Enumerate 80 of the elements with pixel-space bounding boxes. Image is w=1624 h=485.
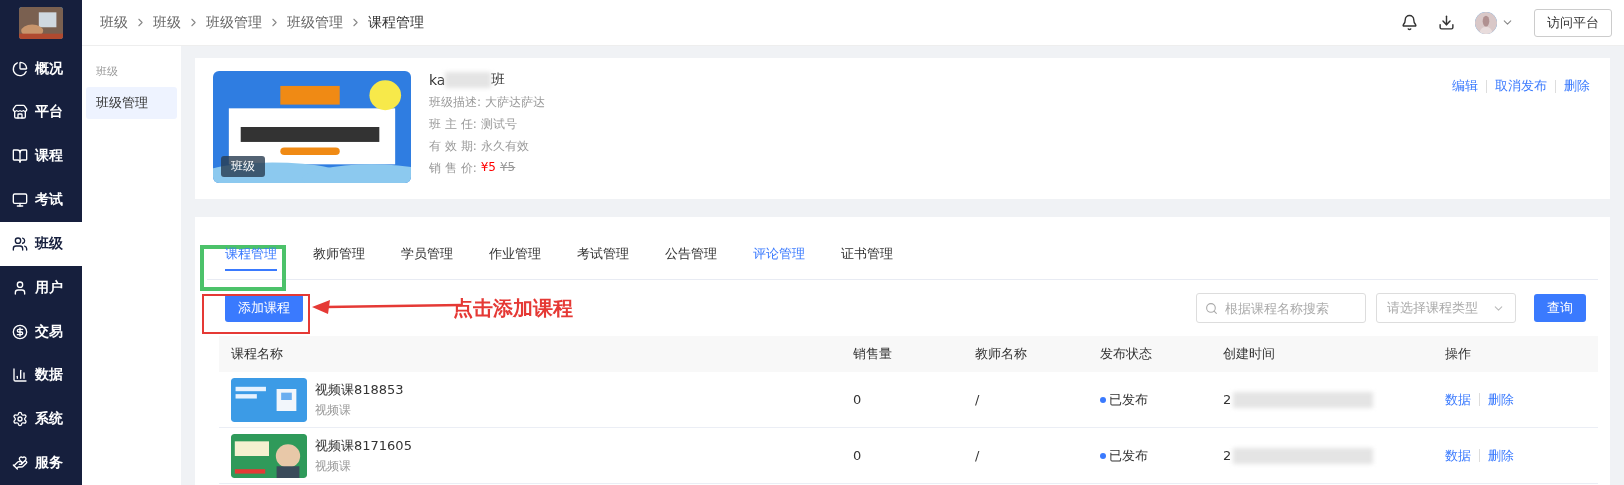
action-link[interactable]: 删除	[1564, 77, 1590, 95]
action-link[interactable]: 取消发布	[1495, 77, 1547, 95]
breadcrumb-link[interactable]: 课程管理	[368, 13, 424, 32]
sidebar-item[interactable]: 考试	[0, 178, 82, 223]
class-title: 班	[491, 71, 506, 89]
user-icon	[12, 279, 28, 296]
visit-platform-button[interactable]: 访问平台	[1534, 8, 1612, 37]
bar-chart-icon	[12, 367, 28, 384]
sale-price: ¥5	[480, 160, 496, 176]
column-header: 教师名称	[963, 336, 1088, 372]
search-field[interactable]: 根据课程名称搜索	[1196, 293, 1366, 323]
status-text: 已发布	[1109, 446, 1148, 465]
breadcrumb-link[interactable]: 班级管理	[206, 13, 262, 32]
course-type: 视频课	[315, 401, 352, 419]
pie-chart-icon	[12, 60, 28, 77]
book-icon	[12, 148, 28, 165]
action-link[interactable]: 数据	[1445, 390, 1471, 409]
tab[interactable]: 公告管理	[647, 245, 735, 279]
breadcrumb-link[interactable]: 班级	[100, 13, 128, 32]
tab[interactable]: 学员管理	[383, 245, 471, 279]
table-cell: 0	[853, 392, 862, 407]
column-header: 课程名称	[219, 336, 841, 372]
download-icon[interactable]	[1438, 14, 1455, 31]
column-header: 创建时间	[1211, 336, 1433, 372]
table-cell: 2	[1223, 448, 1232, 463]
sidebar-item[interactable]: 服务	[0, 441, 82, 485]
field-label: 班级描述:	[429, 94, 482, 111]
sidebar-item[interactable]: 平台	[0, 90, 82, 135]
subnav-item[interactable]: 班级管理	[86, 87, 177, 119]
field-value: 测试号	[480, 116, 517, 133]
field-label: 销 售 价:	[429, 160, 477, 177]
sidebar-item[interactable]: 交易	[0, 309, 82, 354]
field-value: 永久有效	[480, 138, 529, 155]
bell-icon[interactable]	[1401, 14, 1418, 31]
action-link[interactable]: 编辑	[1452, 77, 1478, 95]
course-name: 视频课8171605	[315, 436, 412, 455]
hand-heart-icon	[12, 455, 28, 472]
column-header: 发布状态	[1088, 336, 1211, 372]
search-icon	[1205, 301, 1218, 315]
sidebar-item[interactable]: 数据	[0, 353, 82, 398]
table-cell: /	[975, 448, 980, 463]
tab[interactable]: 教师管理	[295, 245, 383, 279]
users-icon	[12, 235, 28, 252]
tab[interactable]: 作业管理	[471, 245, 559, 279]
breadcrumb-link[interactable]: 班级	[153, 13, 181, 32]
store-icon	[12, 104, 28, 121]
settings-icon	[12, 411, 28, 428]
column-header: 销售量	[841, 336, 963, 372]
sidebar-item[interactable]: 系统	[0, 397, 82, 442]
table-cell: 2	[1223, 392, 1232, 407]
class-title: ka	[429, 72, 446, 88]
course-type: 视频课	[315, 457, 352, 475]
sidebar-item[interactable]: 班级	[0, 222, 82, 266]
sidebar-item[interactable]: 用户	[0, 265, 82, 310]
status-text: 已发布	[1109, 390, 1148, 409]
monitor-icon	[12, 192, 28, 209]
sidebar-item[interactable]: 课程	[0, 134, 82, 179]
action-link[interactable]: 删除	[1488, 390, 1514, 409]
cover-badge: 班级	[221, 156, 265, 177]
tab[interactable]: 评论管理	[735, 245, 823, 279]
table-cell: /	[975, 392, 980, 407]
original-price: ¥5	[499, 160, 516, 176]
action-link[interactable]: 删除	[1488, 446, 1514, 465]
blurred-text	[445, 72, 492, 88]
query-button[interactable]: 查询	[1534, 294, 1586, 322]
subnav-group-label: 班级	[95, 64, 119, 79]
add-course-button[interactable]: 添加课程	[225, 294, 303, 322]
field-label: 班 主 任:	[429, 116, 477, 133]
field-value: 大萨达萨达	[485, 94, 546, 111]
action-link[interactable]: 数据	[1445, 446, 1471, 465]
field-label: 有 效 期:	[429, 138, 477, 155]
tab[interactable]: 课程管理	[207, 245, 295, 279]
tab[interactable]: 考试管理	[559, 245, 647, 279]
column-header: 操作	[1433, 336, 1598, 372]
breadcrumb-link[interactable]: 班级管理	[287, 13, 343, 32]
tab[interactable]: 证书管理	[823, 245, 911, 279]
coin-icon	[12, 323, 28, 340]
course-name: 视频课818853	[315, 380, 404, 399]
table-cell: 0	[853, 448, 862, 463]
sidebar-item[interactable]: 概况	[0, 46, 82, 91]
